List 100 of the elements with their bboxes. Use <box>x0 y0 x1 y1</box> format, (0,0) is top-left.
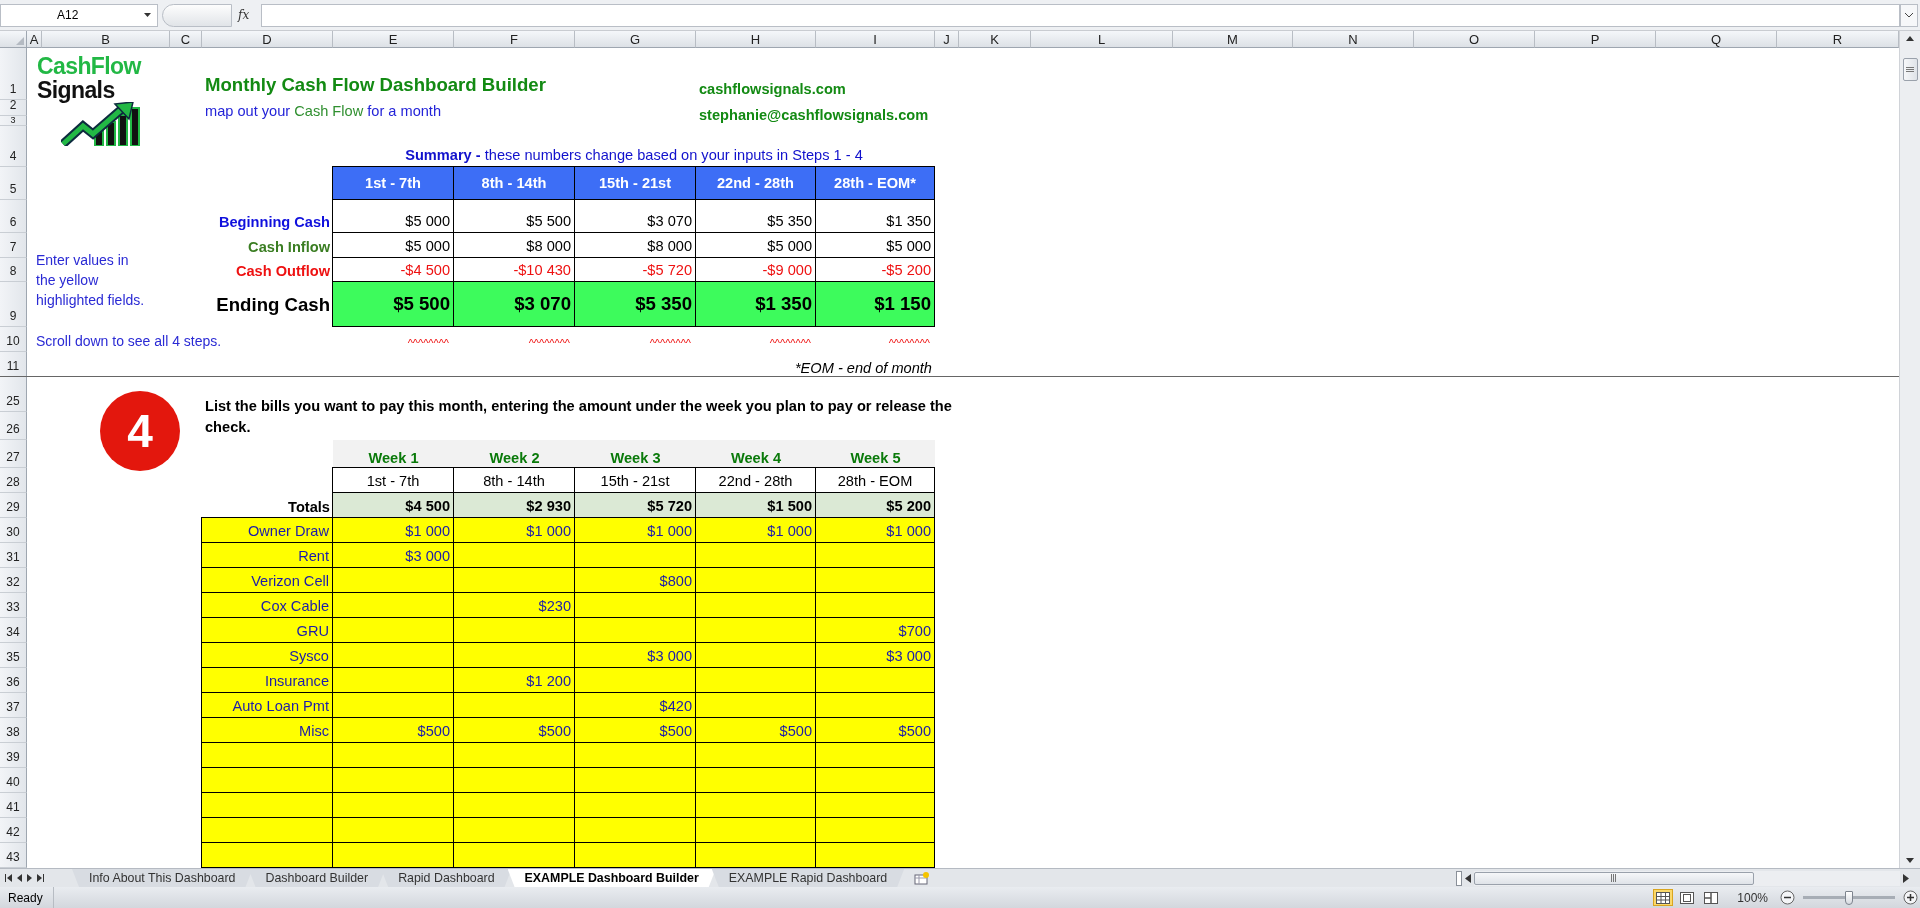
input-cell[interactable] <box>695 667 816 693</box>
input-cell[interactable] <box>201 817 333 843</box>
input-cell[interactable]: $700 <box>815 617 935 643</box>
input-cell[interactable] <box>815 792 935 818</box>
input-cell[interactable] <box>453 692 575 718</box>
column-header[interactable]: R <box>1777 31 1899 48</box>
column-header[interactable]: K <box>959 31 1031 48</box>
input-cell[interactable]: Cox Cable <box>201 592 333 618</box>
zoom-out-icon[interactable] <box>1780 890 1795 905</box>
input-cell[interactable] <box>201 742 333 768</box>
input-cell[interactable] <box>453 742 575 768</box>
row-header[interactable]: 1 <box>0 48 27 100</box>
input-cell[interactable] <box>332 617 454 643</box>
column-header[interactable]: L <box>1031 31 1173 48</box>
chevron-down-icon[interactable] <box>1905 12 1913 18</box>
input-cell[interactable] <box>453 567 575 593</box>
splitter-handle[interactable] <box>162 3 232 27</box>
sheet-tab[interactable]: Rapid Dashboard <box>381 869 512 887</box>
row-header[interactable]: 2 <box>0 100 27 116</box>
row-header[interactable]: 30 <box>0 518 27 543</box>
row-header[interactable]: 4 <box>0 126 27 167</box>
column-header[interactable]: O <box>1414 31 1535 48</box>
column-header[interactable]: D <box>202 31 333 48</box>
sheet-tab[interactable]: EXAMPLE Dashboard Builder <box>507 869 716 887</box>
input-cell[interactable]: $3 000 <box>574 642 696 668</box>
input-cell[interactable] <box>453 842 575 868</box>
row-header[interactable]: 27 <box>0 440 27 468</box>
input-cell[interactable]: $1 000 <box>815 517 935 543</box>
input-cell[interactable] <box>695 642 816 668</box>
next-sheet-icon[interactable] <box>27 874 32 882</box>
row-header[interactable]: 35 <box>0 643 27 668</box>
column-header[interactable]: H <box>696 31 816 48</box>
name-box[interactable]: A12 <box>0 3 158 27</box>
input-cell[interactable] <box>695 567 816 593</box>
column-header[interactable]: J <box>935 31 959 48</box>
view-button[interactable] <box>1653 889 1674 906</box>
input-cell[interactable] <box>815 742 935 768</box>
split-handle[interactable] <box>1456 870 1462 886</box>
input-cell[interactable] <box>574 817 696 843</box>
input-cell[interactable] <box>695 842 816 868</box>
input-cell[interactable] <box>574 542 696 568</box>
input-cell[interactable]: $800 <box>574 567 696 593</box>
row-header[interactable]: 37 <box>0 693 27 718</box>
input-cell[interactable] <box>453 617 575 643</box>
row-header[interactable]: 40 <box>0 768 27 793</box>
input-cell[interactable] <box>201 792 333 818</box>
input-cell[interactable] <box>453 792 575 818</box>
input-cell[interactable] <box>574 667 696 693</box>
zoom-slider-thumb[interactable] <box>1845 890 1853 905</box>
input-cell[interactable] <box>332 692 454 718</box>
up-arrow-icon[interactable] <box>1906 36 1914 41</box>
input-cell[interactable]: $1 000 <box>453 517 575 543</box>
row-header[interactable]: 42 <box>0 818 27 843</box>
input-cell[interactable]: $420 <box>574 692 696 718</box>
input-cell[interactable] <box>695 617 816 643</box>
column-header[interactable]: I <box>816 31 935 48</box>
input-cell[interactable] <box>815 767 935 793</box>
row-header[interactable]: 7 <box>0 233 27 258</box>
row-header[interactable]: 34 <box>0 618 27 643</box>
column-header[interactable]: C <box>170 31 202 48</box>
last-sheet-icon[interactable] <box>37 874 44 882</box>
input-cell[interactable] <box>574 792 696 818</box>
input-cell[interactable] <box>695 767 816 793</box>
input-cell[interactable] <box>574 767 696 793</box>
row-header[interactable]: 39 <box>0 743 27 768</box>
column-header[interactable]: M <box>1173 31 1293 48</box>
row-header[interactable]: 25 <box>0 377 27 412</box>
input-cell[interactable]: $1 000 <box>574 517 696 543</box>
row-header[interactable]: 43 <box>0 843 27 868</box>
input-cell[interactable] <box>332 767 454 793</box>
input-cell[interactable] <box>815 842 935 868</box>
input-cell[interactable] <box>574 842 696 868</box>
column-header[interactable]: F <box>454 31 575 48</box>
input-cell[interactable] <box>332 817 454 843</box>
input-cell[interactable]: Rent <box>201 542 333 568</box>
column-header[interactable]: B <box>42 31 170 48</box>
input-cell[interactable]: $500 <box>332 717 454 743</box>
zoom-in-icon[interactable] <box>1903 890 1918 905</box>
column-header[interactable]: P <box>1535 31 1656 48</box>
input-cell[interactable]: Owner Draw <box>201 517 333 543</box>
input-cell[interactable] <box>201 842 333 868</box>
formula-field[interactable] <box>261 3 1900 27</box>
input-cell[interactable] <box>815 592 935 618</box>
input-cell[interactable] <box>695 692 816 718</box>
row-header[interactable]: 29 <box>0 493 27 518</box>
input-cell[interactable] <box>332 642 454 668</box>
caret-icon[interactable] <box>144 13 151 17</box>
input-cell[interactable] <box>695 792 816 818</box>
scroll-thumb[interactable] <box>1902 58 1918 81</box>
column-header[interactable]: E <box>333 31 454 48</box>
row-header[interactable]: 36 <box>0 668 27 693</box>
row-header[interactable]: 9 <box>0 282 27 327</box>
input-cell[interactable] <box>815 667 935 693</box>
sheet-tab[interactable]: Info About This Dashboard <box>72 869 253 887</box>
input-cell[interactable] <box>815 817 935 843</box>
input-cell[interactable]: Auto Loan Pmt <box>201 692 333 718</box>
input-cell[interactable] <box>815 542 935 568</box>
input-cell[interactable] <box>332 742 454 768</box>
column-header[interactable]: G <box>575 31 696 48</box>
column-header[interactable]: Q <box>1656 31 1777 48</box>
